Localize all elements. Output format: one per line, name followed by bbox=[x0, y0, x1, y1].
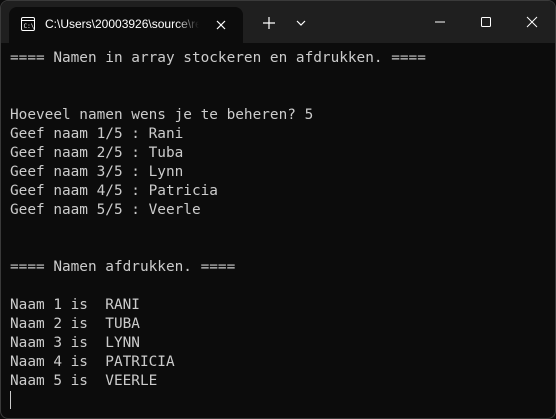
close-icon[interactable] bbox=[212, 16, 230, 34]
output-line: Naam 2 is TUBA bbox=[10, 316, 140, 332]
chevron-down-icon[interactable] bbox=[291, 13, 311, 33]
maximize-icon[interactable] bbox=[463, 1, 509, 43]
prompt-line[interactable] bbox=[10, 391, 550, 410]
output-line: Geef naam 4/5 : Patricia bbox=[10, 183, 218, 199]
terminal-output[interactable]: ==== Namen in array stockeren en afdrukk… bbox=[10, 49, 550, 409]
output-line: ==== Namen in array stockeren en afdrukk… bbox=[10, 50, 426, 66]
output-line: Hoeveel namen wens je te beheren? 5 bbox=[10, 107, 314, 123]
output-line: Geef naam 2/5 : Tuba bbox=[10, 145, 184, 161]
terminal-tab[interactable]: C:\ C:\Users\20003926\source\repos\Namen… bbox=[9, 7, 243, 43]
output-line: ==== Namen afdrukken. ==== bbox=[10, 259, 236, 275]
tab-title: C:\Users\20003926\source\repos\NamenInAr… bbox=[45, 17, 199, 31]
text-cursor bbox=[10, 391, 11, 409]
output-line: Geef naam 1/5 : Rani bbox=[10, 126, 184, 142]
close-window-icon[interactable] bbox=[509, 1, 555, 43]
title-bar[interactable]: C:\ C:\Users\20003926\source\repos\Namen… bbox=[1, 1, 555, 43]
output-line: Naam 3 is LYNN bbox=[10, 335, 140, 351]
plus-icon[interactable] bbox=[259, 13, 279, 33]
output-line: Naam 1 is RANI bbox=[10, 297, 140, 313]
svg-text:C:\: C:\ bbox=[24, 23, 35, 30]
console-app-icon: C:\ bbox=[21, 17, 35, 31]
output-line: Geef naam 5/5 : Veerle bbox=[10, 202, 201, 218]
output-line: Geef naam 3/5 : Lynn bbox=[10, 164, 184, 180]
minimize-icon[interactable] bbox=[417, 1, 463, 43]
terminal-window: C:\ C:\Users\20003926\source\repos\Namen… bbox=[0, 0, 556, 419]
output-line: Naam 4 is PATRICIA bbox=[10, 354, 175, 370]
output-line: Naam 5 is VEERLE bbox=[10, 373, 158, 389]
